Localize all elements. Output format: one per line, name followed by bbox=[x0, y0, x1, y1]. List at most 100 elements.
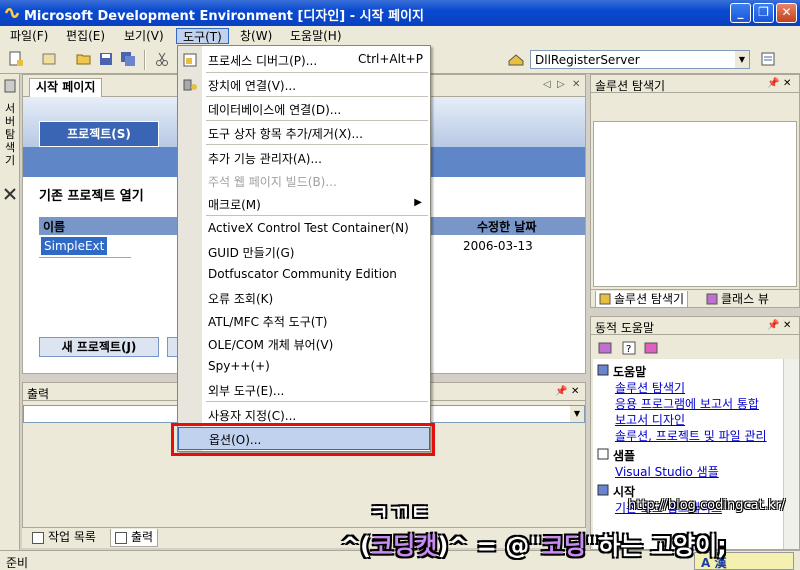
menu-window[interactable]: 창(W) bbox=[234, 28, 278, 44]
toolbar-separator bbox=[144, 50, 146, 70]
menu-item-addin-manager[interactable]: 추가 기능 관리자(A)... bbox=[178, 146, 430, 169]
close-icon[interactable]: ✕ bbox=[783, 78, 791, 89]
projects-tab-button[interactable]: 프로젝트(S) bbox=[39, 121, 159, 147]
menu-edit[interactable]: 편집(E) bbox=[60, 28, 111, 44]
menu-item-debug-process[interactable]: 프로세스 디버그(P)... Ctrl+Alt+P bbox=[178, 48, 430, 71]
pin-icon[interactable]: 📌 bbox=[767, 78, 779, 89]
tab-solution-explorer[interactable]: 솔루션 탐색기 bbox=[595, 291, 689, 308]
column-modified: 수정한 날짜 bbox=[477, 220, 537, 234]
solution-explorer-icon[interactable] bbox=[760, 51, 776, 67]
menu-item-label: 데이터베이스에 연결(D)... bbox=[208, 103, 342, 117]
help-link[interactable]: 솔루션 탐색기 bbox=[615, 379, 685, 396]
caption-suffix: "하는 고양이; bbox=[585, 532, 727, 560]
find-combo-value: DllRegisterServer bbox=[535, 53, 640, 67]
menu-item-label: 추가 기능 관리자(A)... bbox=[208, 152, 322, 166]
class-view-icon bbox=[706, 293, 718, 305]
help-link[interactable]: Visual Studio 샘플 bbox=[615, 463, 719, 480]
solution-tree[interactable] bbox=[593, 121, 797, 287]
new-project-icon[interactable] bbox=[8, 51, 24, 67]
tab-scroll-right-icon[interactable]: ▷ bbox=[557, 79, 565, 90]
submenu-arrow-icon: ▶ bbox=[414, 197, 422, 208]
find-combo[interactable]: DllRegisterServer ▼ bbox=[530, 50, 750, 69]
menu-item-toolbox-items[interactable]: 도구 상자 항목 추가/제거(X)... bbox=[178, 121, 430, 144]
solution-tab-bar: 솔루션 탐색기 클래스 뷰 bbox=[591, 289, 799, 308]
watermark-url: http://blog.codingcat.kr/ bbox=[628, 498, 786, 513]
help-section-title: 도움말 bbox=[613, 365, 647, 379]
tab-class-view-label: 클래스 뷰 bbox=[721, 292, 769, 306]
save-all-icon[interactable] bbox=[120, 51, 136, 67]
help-index-icon[interactable]: ? bbox=[621, 340, 637, 356]
add-item-icon[interactable] bbox=[42, 51, 58, 67]
project-row-name[interactable]: SimpleExt bbox=[41, 237, 108, 255]
tab-output[interactable]: 출력 bbox=[110, 529, 159, 547]
menu-bar: 파일(F) 편집(E) 보기(V) 도구(T) 창(W) 도움말(H) bbox=[0, 26, 800, 46]
menu-separator bbox=[206, 215, 428, 216]
menu-item-external-tools[interactable]: 외부 도구(E)... bbox=[178, 378, 430, 401]
menu-item-connect-database[interactable]: 데이터베이스에 연결(D)... bbox=[178, 97, 430, 120]
pin-icon[interactable]: 📌 bbox=[555, 386, 567, 397]
app-icon bbox=[4, 8, 20, 18]
menu-item-connect-device[interactable]: 장치에 연결(V)... bbox=[178, 73, 430, 96]
menu-tools[interactable]: 도구(T) bbox=[176, 28, 229, 44]
help-link[interactable]: 솔루션, 프로젝트 및 파일 관리 bbox=[615, 427, 767, 444]
menu-item-label: 도구 상자 항목 추가/제거(X)... bbox=[208, 127, 363, 141]
restore-button[interactable]: ❐ bbox=[753, 3, 774, 23]
menu-item-create-guid[interactable]: GUID 만들기(G) bbox=[178, 240, 430, 263]
open-folder-icon[interactable] bbox=[76, 51, 92, 67]
caption-prefix: ^( bbox=[340, 532, 372, 560]
menu-help[interactable]: 도움말(H) bbox=[284, 28, 348, 44]
caption-name: 코딩캣 bbox=[371, 532, 438, 560]
menu-item-label: ActiveX Control Test Container(N) bbox=[208, 221, 409, 235]
contents-icon[interactable] bbox=[597, 340, 613, 356]
chevron-down-icon[interactable]: ▼ bbox=[735, 51, 749, 68]
minimize-button[interactable]: _ bbox=[730, 3, 751, 23]
server-explorer-icon[interactable] bbox=[2, 78, 18, 94]
tab-class-view[interactable]: 클래스 뷰 bbox=[703, 291, 772, 308]
open-existing-title: 기존 프로젝트 열기 bbox=[39, 189, 144, 204]
menu-file[interactable]: 파일(F) bbox=[4, 28, 54, 44]
menu-item-shortcut: Ctrl+Alt+P bbox=[358, 52, 423, 66]
left-tool-strip: 서버 탐색기 bbox=[0, 74, 20, 550]
tab-start-page[interactable]: 시작 페이지 bbox=[29, 78, 103, 97]
tools-menu: 프로세스 디버그(P)... Ctrl+Alt+P 장치에 연결(V)... 데… bbox=[177, 45, 431, 452]
menu-view[interactable]: 보기(V) bbox=[118, 28, 170, 44]
chevron-down-icon[interactable]: ▼ bbox=[570, 406, 584, 422]
help-search-icon[interactable] bbox=[643, 340, 659, 356]
server-explorer-label[interactable]: 서버 탐색기 bbox=[3, 102, 17, 167]
pin-icon[interactable]: 📌 bbox=[767, 320, 779, 331]
help-scrollbar[interactable] bbox=[783, 359, 799, 549]
menu-item-macros[interactable]: 매크로(M) ▶ bbox=[178, 192, 430, 215]
close-doc-icon[interactable]: ✕ bbox=[572, 79, 580, 90]
column-name: 이름 bbox=[43, 220, 66, 234]
menu-item-ole-viewer[interactable]: OLE/COM 개체 뷰어(V) bbox=[178, 332, 430, 355]
menu-item-label: GUID 만들기(G) bbox=[208, 246, 295, 260]
menu-item-error-lookup[interactable]: 오류 조회(K) bbox=[178, 286, 430, 309]
menu-item-label: 사용자 지정(C)... bbox=[208, 409, 297, 423]
dynamic-help-title: 동적 도움말 bbox=[595, 321, 655, 335]
connect-device-icon bbox=[183, 79, 197, 91]
save-icon[interactable] bbox=[98, 51, 114, 67]
close-button[interactable]: ✕ bbox=[776, 3, 797, 23]
help-link[interactable]: 응용 프로그램에 보고서 통합 bbox=[615, 395, 759, 412]
solution-explorer-panel: 솔루션 탐색기 📌 ✕ 솔루션 탐색기 클래스 뷰 bbox=[590, 74, 800, 308]
caption-mid: )^ = @" bbox=[437, 532, 542, 560]
close-icon[interactable]: ✕ bbox=[783, 320, 791, 331]
close-icon[interactable]: ✕ bbox=[571, 386, 579, 397]
dynamic-help-panel: 동적 도움말 📌 ✕ ? 도움말 솔루션 탐색기 응용 프로그램에 보고서 통합… bbox=[590, 316, 800, 550]
help-toolbar: ? bbox=[591, 336, 799, 358]
menu-item-dotfuscator[interactable]: Dotfuscator Community Edition bbox=[178, 263, 430, 286]
menu-item-atl-trace[interactable]: ATL/MFC 추적 도구(T) bbox=[178, 309, 430, 332]
new-project-button[interactable]: 새 프로젝트(J) bbox=[39, 337, 159, 357]
tab-scroll-left-icon[interactable]: ◁ bbox=[543, 79, 551, 90]
help-link[interactable]: 보고서 디자인 bbox=[615, 411, 685, 428]
tab-task-list[interactable]: 작업 목록 bbox=[28, 529, 100, 547]
menu-item-label: OLE/COM 개체 뷰어(V) bbox=[208, 338, 334, 352]
cut-icon[interactable] bbox=[154, 51, 170, 67]
menu-item-activex-test[interactable]: ActiveX Control Test Container(N) bbox=[178, 217, 430, 240]
toolbox-icon[interactable] bbox=[2, 186, 18, 202]
menu-item-spy[interactable]: Spy++(+) bbox=[178, 355, 430, 378]
tab-output-label: 출력 bbox=[131, 530, 154, 544]
solution-explorer-title: 솔루션 탐색기 bbox=[595, 79, 666, 93]
solution-config-icon[interactable] bbox=[508, 51, 524, 67]
menu-item-build-comment-pages: 주석 웹 페이지 빌드(B)... bbox=[178, 169, 430, 192]
